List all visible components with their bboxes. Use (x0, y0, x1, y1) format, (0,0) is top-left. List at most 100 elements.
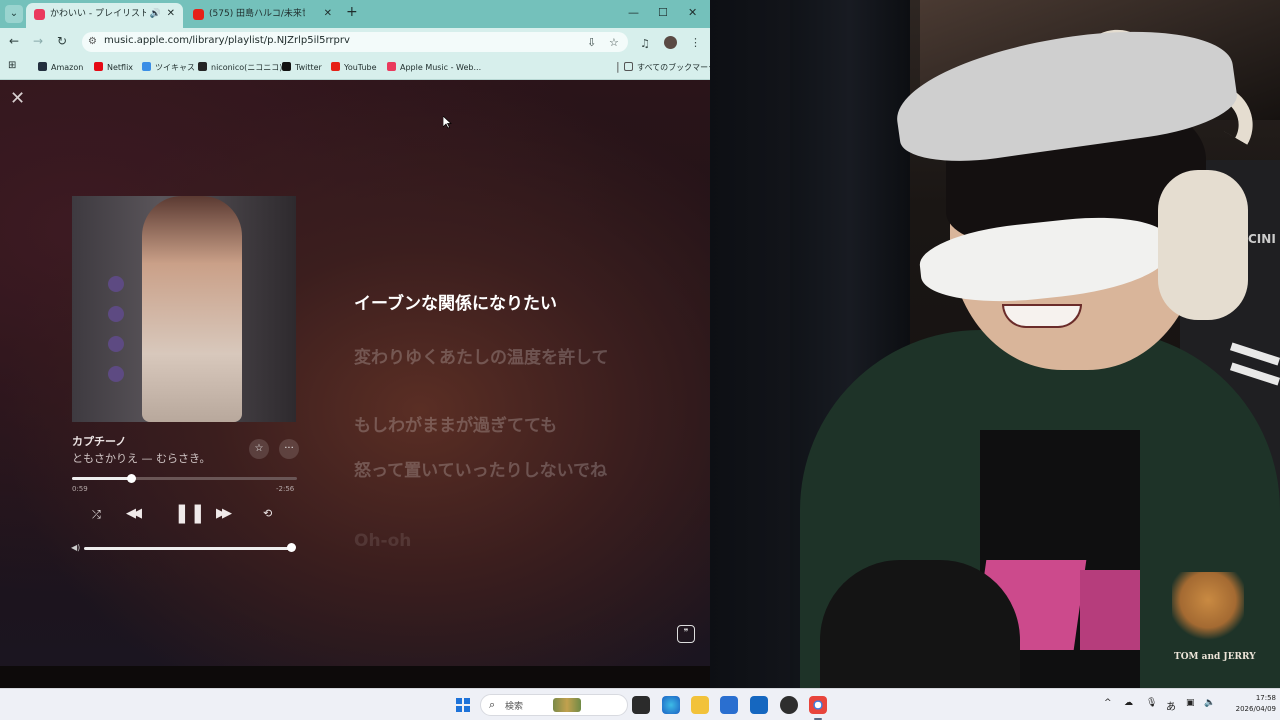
close-tab-icon[interactable]: ✕ (167, 3, 175, 25)
browser-window: ⌄ かわいい - プレイリスト - Apple 🔊 ✕ (575) 田島ハルコ/… (0, 0, 710, 666)
ime-indicator[interactable]: あ (1166, 698, 1176, 713)
bookmark-star-icon[interactable]: ☆ (609, 36, 619, 49)
network-icon[interactable]: ☁ (1124, 698, 1133, 708)
artwork-dot (108, 366, 124, 382)
lyric-line[interactable]: もしわがままが過ぎてても (354, 415, 622, 438)
lyric-current-line[interactable]: イーブンな関係になりたい (354, 293, 622, 316)
taskbar-search[interactable]: ⌕ 検索 (480, 694, 628, 716)
bookmark-apple-music[interactable]: Apple Music - Web... (387, 62, 481, 72)
back-button[interactable]: ← (9, 34, 19, 48)
bookmark-separator: | (616, 60, 620, 73)
edge-icon[interactable] (662, 696, 680, 714)
menu-icon[interactable]: ⋮ (690, 36, 701, 49)
netflix-icon (94, 62, 103, 71)
bookmark-twitcasting[interactable]: ツイキャス (142, 62, 195, 73)
jacket-patch-logo (1172, 572, 1244, 642)
lyrics-toggle-button[interactable]: ❞ (677, 625, 695, 643)
app-icon[interactable] (780, 696, 798, 714)
headphones (1158, 170, 1248, 320)
more-options-button[interactable]: ··· (279, 439, 299, 459)
media-control-icon[interactable]: ♫ (640, 37, 650, 50)
clock[interactable]: 17:58 2026/04/09 (1228, 693, 1276, 715)
chrome-icon[interactable] (809, 696, 827, 720)
browser-toolbar: ← → ↻ ⚙ music.apple.com/library/playlist… (0, 28, 710, 56)
bookmark-niconico[interactable]: niconico(ニコニコ) (198, 62, 282, 73)
artwork-dot (108, 336, 124, 352)
microphone-icon[interactable]: 🎙 (1146, 698, 1157, 708)
start-button[interactable] (456, 698, 470, 712)
twitcasting-icon (142, 62, 151, 71)
profile-avatar[interactable] (664, 36, 677, 49)
reload-button[interactable]: ↻ (57, 34, 67, 48)
search-highlight-image (553, 698, 581, 712)
speaker-icon[interactable]: 🔊 (150, 3, 161, 25)
repeat-button[interactable]: ⟲ (263, 507, 272, 520)
maximize-button[interactable]: ☐ (658, 6, 668, 19)
apps-grid-icon[interactable]: ⊞ (8, 60, 16, 71)
tab-search-button[interactable]: ⌄ (5, 5, 23, 23)
webcam-feed: CINI TOM and JERRY (710, 0, 1280, 688)
bookmark-netflix[interactable]: Netflix (94, 62, 133, 72)
new-tab-button[interactable]: + (346, 4, 358, 20)
next-button[interactable]: ▶▶ (216, 506, 232, 521)
microsoft-store-icon[interactable] (720, 696, 738, 714)
close-player-icon[interactable]: ✕ (10, 88, 25, 109)
show-hidden-icons[interactable]: ^ (1104, 698, 1112, 708)
remaining-time: -2:56 (276, 485, 295, 493)
favorite-star-button[interactable]: ☆ (249, 439, 269, 459)
lyric-line[interactable]: 怒って置いていったりしないでね (354, 460, 622, 483)
lyric-line[interactable]: 変わりゆくあたしの温度を許して (354, 347, 622, 370)
tab-youtube[interactable]: (575) 田島ハルコ/未来世紀ギャル ✕ (185, 3, 340, 28)
lyric-line[interactable]: Oh-oh (354, 530, 622, 553)
volume-handle[interactable] (286, 543, 296, 552)
youtube-favicon-icon (193, 8, 204, 20)
tab-title: (575) 田島ハルコ/未来世紀ギャル (209, 9, 305, 19)
close-tab-icon[interactable]: ✕ (324, 3, 332, 25)
volume-tray-icon[interactable]: 🔈 (1204, 698, 1215, 708)
apple-music-favicon-icon (34, 8, 45, 20)
task-view-icon[interactable] (632, 696, 650, 714)
bookmarks-bar: ⊞ Amazon Netflix ツイキャス niconico(ニコニコ) Tw… (0, 56, 710, 80)
all-bookmarks-folder[interactable]: すべてのブックマーク (624, 62, 710, 73)
now-playing-view: ✕ カプチーノ ともさかりえ — むらさき。 ☆ ··· 0:59 -2:56 … (0, 80, 710, 666)
windows-logo-part (464, 698, 470, 704)
bookmark-amazon[interactable]: Amazon (38, 62, 83, 72)
address-bar[interactable]: ⚙ music.apple.com/library/playlist/p.NJZ… (82, 32, 628, 52)
forward-button[interactable]: → (33, 34, 43, 48)
site-settings-icon[interactable]: ⚙ (88, 36, 97, 47)
clock-date: 2026/04/09 (1235, 705, 1276, 713)
windows-taskbar: ⌕ 検索 ^ ☁ 🎙 あ ▣ 🔈 17:58 2026/04/09 (0, 688, 1280, 720)
previous-button[interactable]: ◀◀ (126, 506, 142, 521)
pause-button[interactable]: ❚❚ (174, 502, 206, 524)
twitter-icon (282, 62, 291, 71)
tab-title: かわいい - プレイリスト - Apple (50, 9, 146, 19)
artwork-dot (108, 306, 124, 322)
bookmark-twitter[interactable]: Twitter (282, 62, 322, 72)
wifi-icon[interactable]: ▣ (1186, 698, 1195, 708)
tab-strip: ⌄ かわいい - プレイリスト - Apple 🔊 ✕ (575) 田島ハルコ/… (0, 0, 710, 28)
track-artist[interactable]: ともさかりえ — むらさき。 (72, 450, 210, 466)
progress-fill (72, 477, 131, 480)
track-title: カプチーノ (72, 435, 127, 448)
windows-logo-part (456, 698, 462, 704)
search-icon: ⌕ (489, 698, 496, 711)
smile (1002, 304, 1082, 328)
url-text: music.apple.com/library/playlist/p.NJZrl… (104, 35, 350, 46)
progress-bar[interactable] (72, 474, 297, 483)
close-window-button[interactable]: ✕ (688, 6, 697, 19)
artwork-dot (108, 276, 124, 292)
windows-logo-part (464, 706, 470, 712)
tab-apple-music[interactable]: かわいい - プレイリスト - Apple 🔊 ✕ (26, 3, 183, 28)
minimize-button[interactable]: — (628, 6, 639, 19)
file-explorer-icon[interactable] (691, 696, 709, 714)
bookmark-youtube[interactable]: YouTube (331, 62, 377, 72)
outlook-icon[interactable] (750, 696, 768, 714)
amazon-icon (38, 62, 47, 71)
shuffle-button[interactable]: ⤮ (92, 508, 101, 522)
progress-handle[interactable] (126, 474, 136, 483)
folder-icon (624, 62, 633, 71)
album-artwork (72, 196, 296, 422)
volume-slider[interactable] (84, 547, 295, 550)
artwork-figure (142, 196, 242, 422)
install-app-icon[interactable]: ⇩ (587, 36, 596, 49)
